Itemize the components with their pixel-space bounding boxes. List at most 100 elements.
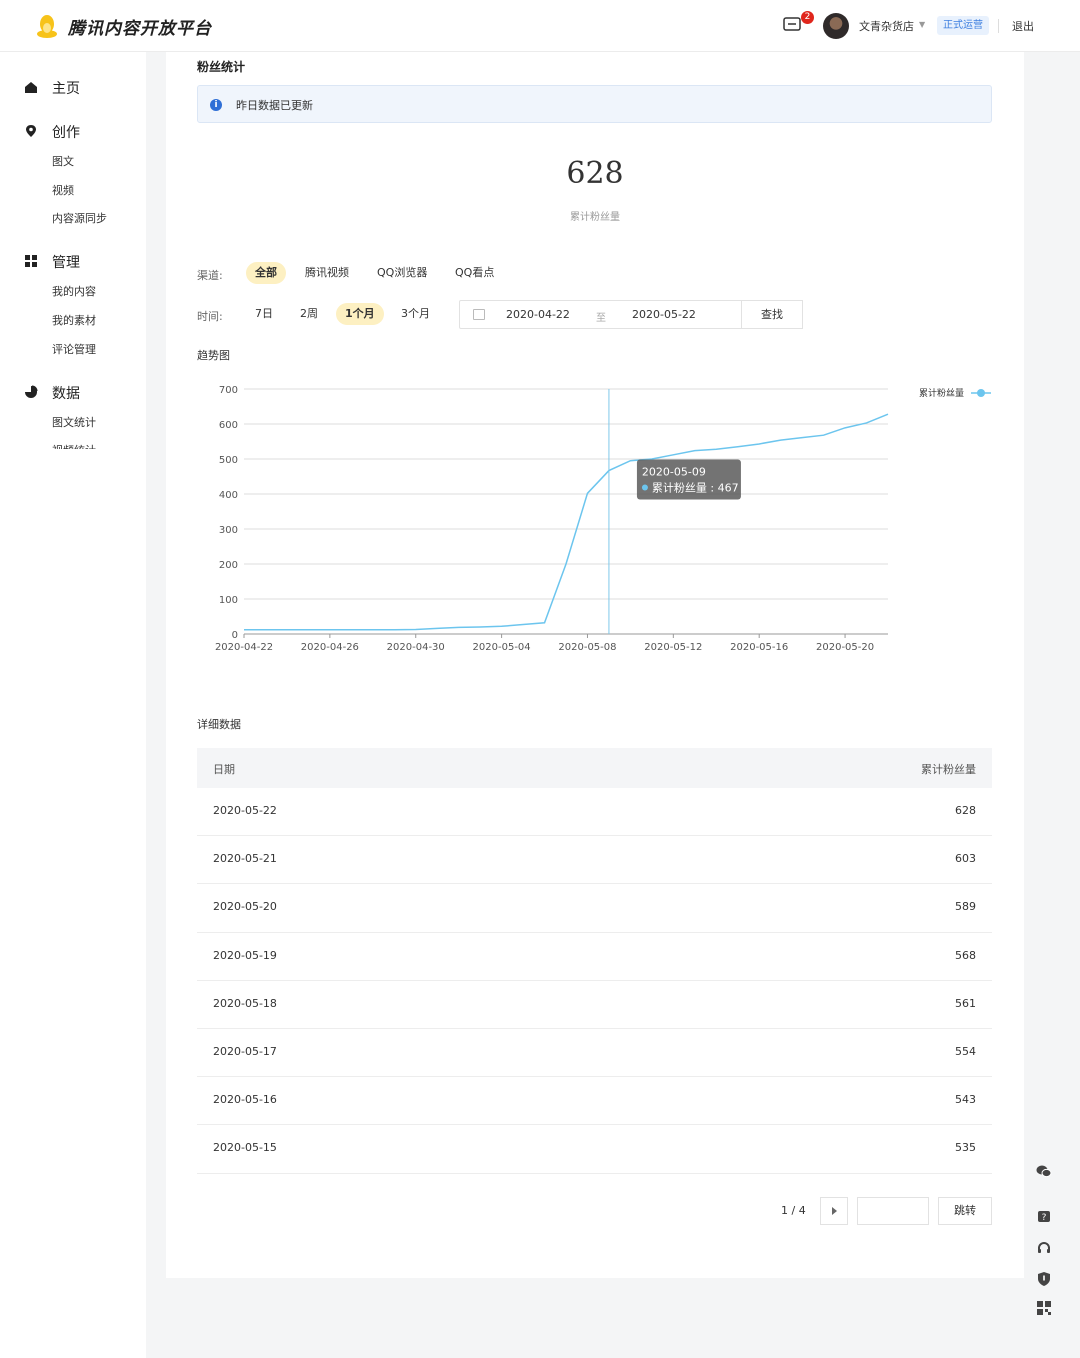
avatar[interactable] (823, 13, 849, 39)
cell-fans: 561 (955, 996, 976, 1010)
series-line (244, 413, 889, 631)
x-tick-label: 2020-05-12 (644, 642, 702, 653)
pagination: 1 / 4 跳转 (781, 1197, 992, 1225)
y-tick-label: 500 (219, 455, 238, 466)
date-from-input[interactable]: 2020-04-22 (506, 308, 570, 321)
y-tick-label: 400 (219, 490, 238, 501)
x-tick-label: 2020-05-20 (816, 642, 874, 653)
sidebar-item-article-stats[interactable]: 图文统计 (52, 414, 96, 430)
calendar-icon (473, 309, 485, 320)
y-tick-label: 0 (232, 630, 238, 641)
y-tick-label: 600 (219, 420, 238, 431)
table-body: 2020-05-22 628 2020-05-21 603 2020-05-20 589 2… (197, 788, 992, 1174)
table-row: 2020-05-19 568 (197, 933, 992, 981)
cell-date: 2020-05-18 (213, 996, 277, 1010)
sidebar-item-my-material[interactable]: 我的素材 (52, 312, 96, 328)
total-fans-value: 628 (566, 156, 624, 191)
table-row: 2020-05-17 554 (197, 1029, 992, 1078)
tooltip-date: 2020-05-09 (642, 466, 706, 479)
column-header-fans[interactable]: 累计粉丝量 (921, 761, 976, 777)
next-page-button[interactable] (820, 1197, 848, 1225)
range-chip-2w[interactable]: 2周 (291, 303, 327, 325)
trend-chart[interactable]: 0 100 200 300 400 500 600 700 2020-04-22 2020-04-… (197, 374, 997, 664)
sidebar-item-label: 创作 (52, 125, 80, 141)
channel-chip-qq-kandian[interactable]: QQ看点 (446, 262, 503, 284)
y-tick-label: 100 (219, 595, 238, 606)
table-row: 2020-05-20 589 (197, 884, 992, 933)
page-jump-input[interactable] (857, 1197, 929, 1225)
info-icon: i (210, 99, 222, 111)
date-separator: 至 (596, 313, 606, 324)
sidebar-item-label: 管理 (52, 255, 80, 271)
cell-fans: 603 (955, 852, 976, 866)
time-label: 时间: (197, 310, 223, 323)
legend-marker (977, 389, 985, 397)
svg-text:?: ? (1042, 1213, 1047, 1223)
shield-icon[interactable] (1036, 1271, 1052, 1287)
qrcode-icon[interactable] (1036, 1300, 1052, 1316)
y-tick-label: 200 (219, 560, 238, 571)
date-to-input[interactable]: 2020-05-22 (632, 308, 696, 321)
status-badge: 正式运营 (937, 16, 989, 35)
x-tick-label: 2020-04-30 (387, 642, 445, 653)
table-row: 2020-05-16 543 (197, 1077, 992, 1126)
sidebar-item-source-sync[interactable]: 内容源同步 (52, 210, 107, 226)
search-button[interactable]: 查找 (741, 300, 803, 329)
cell-date: 2020-05-20 (213, 900, 277, 914)
cell-fans: 628 (955, 804, 976, 817)
cell-date: 2020-05-15 (213, 1141, 277, 1155)
date-range-picker[interactable]: 2020-04-22 至 2020-05-22 查找 (459, 300, 803, 329)
channel-label: 渠道: (197, 269, 223, 282)
x-tick-label: 2020-05-08 (558, 642, 616, 653)
brand-title[interactable]: 腾讯内容开放平台 (68, 14, 212, 39)
grid-icon (25, 255, 37, 267)
sidebar: 主页 创作 图文 视频 内容源同步 管理 我的内容 我的素材 评论管理 数据 图… (0, 52, 146, 1358)
detail-table: 日期 累计粉丝量 2020-05-22 628 2020-05-21 603 2020-… (197, 748, 992, 1174)
range-chip-7d[interactable]: 7日 (246, 303, 282, 325)
home-icon (25, 82, 37, 93)
cell-date: 2020-05-17 (213, 1044, 277, 1058)
headset-icon[interactable] (1036, 1240, 1052, 1256)
user-name[interactable]: 文青杂货店 (859, 18, 914, 34)
channel-chip-tencent-video[interactable]: 腾讯视频 (296, 262, 358, 284)
channel-chip-qq-browser[interactable]: QQ浏览器 (368, 262, 436, 284)
table-row: 2020-05-15 535 (197, 1125, 992, 1174)
cell-fans: 535 (955, 1141, 976, 1155)
location-pin-icon (26, 125, 36, 137)
x-tick-label: 2020-04-22 (215, 642, 273, 653)
chevron-down-icon[interactable]: ▼ (919, 20, 925, 29)
sidebar-item-video-stats[interactable]: 视频统计 (52, 442, 96, 449)
jump-button[interactable]: 跳转 (938, 1197, 992, 1225)
divider (998, 19, 999, 33)
cell-fans: 543 (955, 1093, 976, 1107)
logout-link[interactable]: 退出 (1012, 18, 1034, 34)
mail-icon[interactable] (783, 17, 801, 31)
notice-banner: i 昨日数据已更新 (197, 85, 992, 123)
page-title: 粉丝统计 (197, 60, 246, 74)
cell-fans: 554 (955, 1044, 976, 1058)
total-fans-label: 累计粉丝量 (570, 212, 620, 223)
sidebar-item-article[interactable]: 图文 (52, 153, 74, 169)
wechat-icon[interactable] (1036, 1163, 1052, 1179)
legend-label: 累计粉丝量 (919, 387, 964, 399)
range-chip-3m[interactable]: 3个月 (392, 303, 439, 325)
help-icon[interactable]: ? (1036, 1209, 1052, 1225)
sidebar-item-video[interactable]: 视频 (52, 182, 74, 198)
top-bar: 腾讯内容开放平台 2 文青杂货店 ▼ 正式运营 退出 (0, 0, 1080, 52)
penguin-logo-icon[interactable] (36, 14, 58, 38)
y-tick-label: 300 (219, 525, 238, 536)
x-tick-label: 2020-05-16 (730, 642, 788, 653)
column-header-date[interactable]: 日期 (213, 761, 235, 777)
cell-fans: 589 (955, 900, 976, 914)
range-chip-1m[interactable]: 1个月 (336, 303, 384, 325)
notice-text: 昨日数据已更新 (236, 99, 313, 112)
table-row: 2020-05-21 603 (197, 836, 992, 885)
cell-date: 2020-05-19 (213, 948, 277, 962)
sidebar-item-comments[interactable]: 评论管理 (52, 341, 96, 357)
mail-badge: 2 (801, 11, 814, 24)
table-row: 2020-05-18 561 (197, 981, 992, 1029)
sidebar-item-my-content[interactable]: 我的内容 (52, 283, 96, 299)
cell-date: 2020-05-21 (213, 852, 277, 866)
pie-chart-icon (25, 385, 38, 398)
channel-chip-all[interactable]: 全部 (246, 262, 286, 284)
